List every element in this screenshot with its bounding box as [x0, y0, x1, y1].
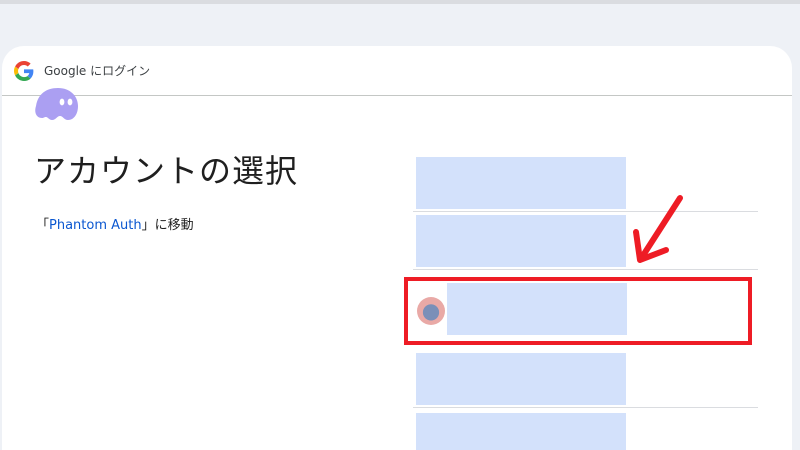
account-item-1[interactable]	[413, 156, 758, 212]
header-title: Google にログイン	[44, 64, 151, 78]
highlight-annotation-box	[404, 277, 752, 345]
google-g-icon	[14, 60, 34, 81]
account-item-2[interactable]	[413, 214, 758, 270]
app-name-link[interactable]: Phantom Auth	[49, 218, 142, 233]
phantom-ghost-icon	[32, 84, 80, 124]
redacted-account-info	[416, 157, 626, 209]
account-list	[413, 110, 758, 450]
redirect-suffix: 」に移動	[141, 218, 194, 233]
redacted-account-info	[416, 413, 626, 450]
red-arrow-annotation	[628, 192, 688, 268]
page-title: アカウントの選択	[34, 152, 299, 190]
window-top-edge	[0, 0, 800, 4]
card-header: Google にログイン	[2, 46, 792, 96]
redirect-text: 「Phantom Auth」に移動	[36, 214, 194, 233]
redacted-account-info	[416, 215, 626, 267]
account-item-4[interactable]	[413, 352, 758, 408]
account-item-5[interactable]	[413, 412, 758, 450]
redirect-prefix: 「	[36, 218, 50, 233]
redacted-account-info	[416, 353, 626, 405]
